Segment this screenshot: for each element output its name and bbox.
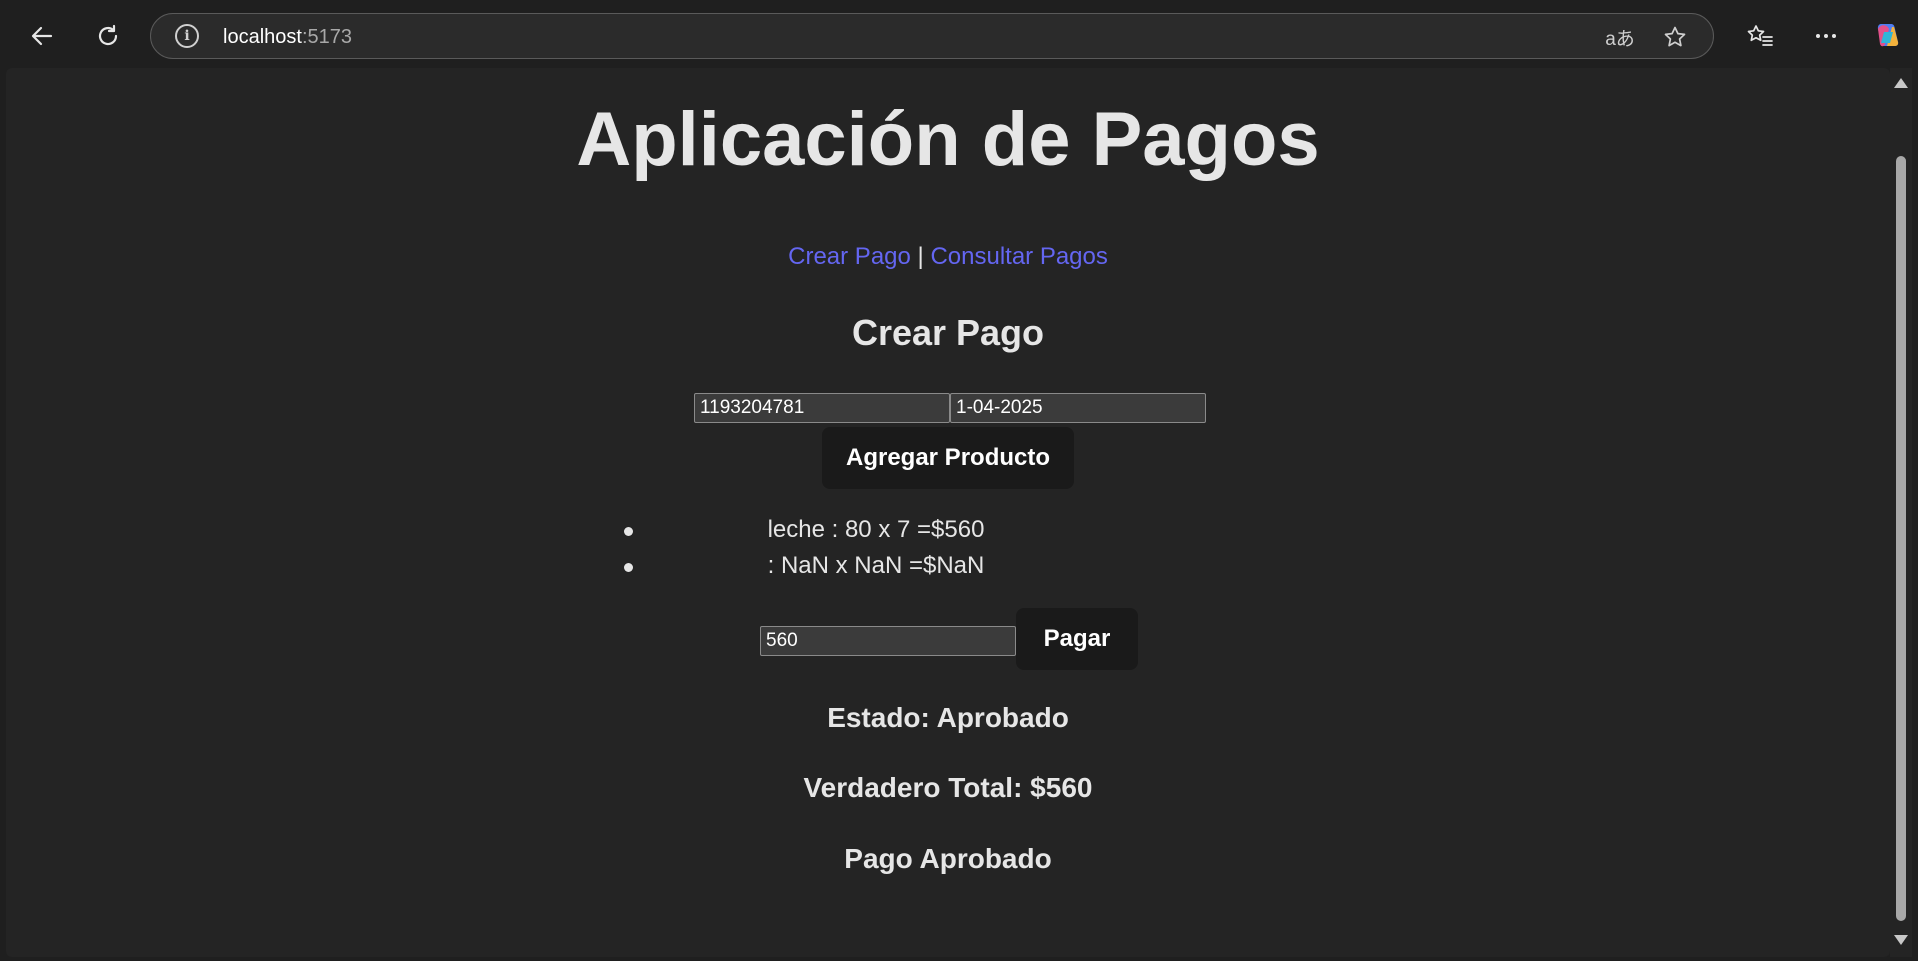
address-url[interactable]: localhost:5173 [223, 26, 352, 49]
address-host: localhost [223, 26, 302, 48]
back-arrow-icon[interactable] [22, 16, 62, 56]
vertical-scrollbar[interactable] [1890, 68, 1912, 957]
page-viewport: Aplicación de Pagos Crear Pago | Consult… [6, 68, 1890, 957]
copilot-icon[interactable] [1868, 16, 1908, 56]
client-id-input[interactable]: 1193204781 [694, 393, 950, 423]
more-options-icon[interactable] [1806, 16, 1846, 56]
browser-toolbar: i localhost:5173 aあ [0, 0, 1918, 66]
nav-bar: Crear Pago | Consultar Pagos [6, 243, 1890, 271]
section-title: Crear Pago [851, 312, 1045, 353]
address-port: :5173 [301, 26, 352, 48]
status-estado: Estado: Aprobado [827, 702, 1069, 733]
address-bar[interactable]: i localhost:5173 aあ [150, 13, 1714, 59]
status-total: Verdadero Total: $560 [803, 772, 1093, 803]
translate-icon[interactable]: aあ [1605, 22, 1635, 52]
amount-input[interactable]: 560 [760, 626, 1016, 656]
list-item: leche : 80 x 7 =$560 [767, 516, 985, 543]
page-title: Aplicación de Pagos [576, 97, 1320, 182]
reload-icon[interactable] [88, 16, 128, 56]
nav-link-consultar-pagos[interactable]: Consultar Pagos [930, 243, 1107, 270]
scroll-up-arrow-icon[interactable] [1894, 78, 1908, 88]
site-info-icon[interactable]: i [175, 24, 199, 48]
favorites-icon[interactable] [1740, 16, 1780, 56]
nav-link-crear-pago[interactable]: Crear Pago [788, 243, 911, 270]
favorite-star-icon[interactable] [1660, 22, 1690, 52]
add-product-button[interactable]: Agregar Producto [822, 427, 1074, 489]
nav-separator: | [917, 243, 924, 270]
scroll-down-arrow-icon[interactable] [1894, 935, 1908, 945]
status-pago-aprobado: Pago Aprobado [844, 843, 1052, 874]
scrollbar-thumb[interactable] [1896, 156, 1906, 921]
list-item: : NaN x NaN =$NaN [767, 552, 985, 579]
date-input[interactable]: 1-04-2025 [950, 393, 1206, 423]
pay-button[interactable]: Pagar [1016, 608, 1138, 670]
